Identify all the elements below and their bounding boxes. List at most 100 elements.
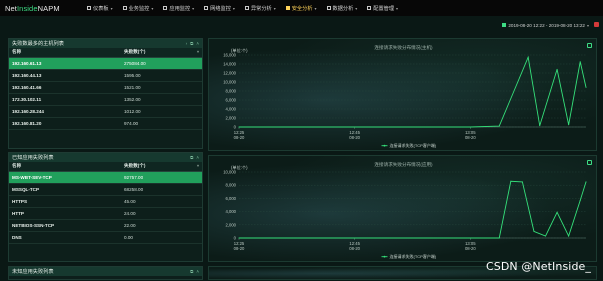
legend-marker	[383, 144, 386, 147]
expand-icon[interactable]: ›	[186, 41, 188, 46]
row-name: MSSQL-TCP	[9, 183, 121, 196]
legend-label: 连接请求失败(TCP客户端)	[390, 142, 437, 148]
nav-item-2[interactable]: 应用监控 ▾	[158, 0, 199, 16]
table-row[interactable]: 192.160.81.20 974.00	[9, 117, 202, 130]
panel-tools: ⧉ ˄	[190, 269, 199, 274]
data-point	[585, 86, 587, 88]
nav-icon	[163, 6, 168, 10]
host-failure-chart[interactable]: 连接请求失败分布情况(主机)(单位:个)16,00014,00012,00010…	[209, 39, 597, 151]
nav-icon	[87, 6, 91, 10]
table-row[interactable]: 192.160.28.244 1012.00	[9, 105, 202, 118]
y-tick-label: 2,000	[226, 222, 237, 227]
x-tick-date: 08-20	[234, 135, 245, 140]
column-header-name[interactable]: 名称	[9, 162, 121, 172]
data-point	[568, 235, 570, 237]
nav-item-5[interactable]: 安全分析 ▾	[281, 0, 322, 16]
table-row[interactable]: HTTP 24.00	[9, 207, 202, 220]
hosts-table-body: 192.160.61.13 275084.00 192.160.44.13 1595.…	[9, 57, 202, 130]
table-row[interactable]: MSSQL-TCP 68258.00	[9, 183, 202, 196]
popout-icon[interactable]: ⧉	[190, 269, 193, 274]
nav-item-1[interactable]: 业务监控 ▾	[118, 0, 159, 16]
table-row[interactable]: 192.160.61.13 275084.00	[9, 57, 202, 70]
hosts-table: 名称 失败数(个) ▾ 192.160.61.13 275084.00 192.160…	[9, 48, 202, 130]
chevron-down-icon: ▾	[586, 22, 589, 28]
x-tick-date: 08-20	[465, 246, 476, 251]
nav-label: 配置管理	[373, 5, 395, 12]
y-tick-label: 10,000	[223, 80, 236, 85]
data-point	[556, 68, 558, 70]
data-point	[521, 181, 523, 183]
y-tick-label: 2,000	[226, 116, 237, 121]
chevron-down-icon: ▾	[355, 5, 358, 11]
date-range-text: 2019-08-20 12:22 - 2019-08-20 13:22	[508, 22, 585, 28]
data-point	[354, 237, 356, 239]
series-line	[239, 55, 587, 128]
top-navigation-bar: Net Inside NAPM 仪表板 ▾ 业务监控 ▾ 应用监控 ▾ 网络监控 ▾ 异常分析 ▾ 安…	[0, 0, 603, 16]
collapse-icon[interactable]: ˄	[196, 155, 199, 160]
logo-text-inside: Inside	[16, 3, 38, 13]
app-failure-chart[interactable]: 连接请求失败分布情况(应用)(单位:个)10,0008,0006,0004,00…	[209, 156, 597, 262]
nav-icon	[122, 6, 127, 10]
nav-label: 异常分析	[250, 5, 272, 12]
app-logo[interactable]: Net Inside NAPM	[0, 0, 82, 16]
table-row[interactable]: HTTPS 45.00	[9, 195, 202, 208]
row-value: 24.00	[121, 207, 202, 220]
download-icon[interactable]	[587, 43, 592, 48]
collapse-icon[interactable]: ˄	[196, 41, 199, 46]
chevron-down-icon: ▾	[273, 5, 276, 11]
row-value: 1595.00	[121, 69, 202, 82]
nav-item-6[interactable]: 数据分析 ▾	[322, 0, 363, 16]
table-row[interactable]: 192.160.44.13 1595.00	[9, 69, 202, 82]
y-tick-label: 12,000	[223, 71, 236, 76]
table-row[interactable]: MS-WBT-SEV-TCP 92757.00	[9, 171, 202, 184]
y-tick-label: 6,000	[226, 196, 237, 201]
data-point	[354, 126, 356, 128]
row-value: 1352.00	[121, 93, 202, 106]
x-tick-date: 08-20	[349, 135, 360, 140]
main-nav: 仪表板 ▾ 业务监控 ▾ 应用监控 ▾ 网络监控 ▾ 异常分析 ▾ 安全分析 ▾ 数据分析 ▾ 配置管理 ▾	[82, 0, 403, 16]
app-failure-chart-panel: 连接请求失败分布情况(应用) (单位:个) 10,000 8,000 6,000 4,00…	[208, 155, 597, 262]
popout-icon[interactable]: ⧉	[190, 41, 193, 46]
table-row[interactable]: 172.30.102.11 1352.00	[9, 93, 202, 106]
y-tick-label: 0	[234, 125, 237, 130]
apps-panel-title: 已知应用失败列表	[12, 155, 54, 161]
data-point	[412, 126, 413, 128]
nav-icon	[367, 6, 372, 10]
row-value: 22.00	[121, 219, 202, 232]
nav-item-0[interactable]: 仪表板 ▾	[82, 0, 118, 16]
nav-item-7[interactable]: 配置管理 ▾	[362, 0, 403, 16]
data-point	[556, 211, 558, 213]
row-value: 0.00	[121, 231, 202, 244]
host-failure-chart-panel: 连接请求失败分布情况(主机) (单位:个) 16,000 14,000 12,000 10…	[208, 38, 597, 151]
nav-label: 数据分析	[332, 5, 354, 12]
column-header-value[interactable]: 失败数(个) ▾	[121, 48, 202, 58]
table-row[interactable]: 192.160.41.66 1521.00	[9, 81, 202, 94]
unknown-panel-header: 未知应用失败列表 ⧉ ˄	[9, 267, 202, 276]
chevron-down-icon: ▾	[151, 5, 154, 11]
download-icon[interactable]	[587, 160, 592, 165]
popout-icon[interactable]: ⧉	[190, 155, 193, 160]
row-value: 974.00	[121, 117, 202, 130]
column-header-name[interactable]: 名称	[9, 48, 121, 58]
nav-label: 应用监控	[169, 5, 191, 12]
nav-item-3[interactable]: 网络监控 ▾	[199, 0, 240, 16]
apps-panel-header: 已知应用失败列表 ⧉ ˄	[9, 153, 202, 162]
table-row[interactable]: DNS 0.00	[9, 231, 202, 244]
date-range-picker[interactable]: 2019-08-20 12:22 - 2019-08-20 13:22 ▾	[502, 21, 589, 29]
row-name: 192.160.44.13	[9, 69, 121, 82]
row-value: 92757.00	[121, 171, 202, 184]
data-point	[498, 237, 500, 239]
alert-icon[interactable]	[594, 22, 599, 27]
y-tick-label: 8,000	[226, 89, 237, 94]
data-point	[533, 230, 535, 232]
table-row[interactable]: NETBIOS-SSN-TCP 22.00	[9, 219, 202, 232]
collapse-icon[interactable]: ˄	[196, 269, 199, 274]
column-header-value-label: 失败数(个)	[124, 163, 146, 169]
column-header-value[interactable]: 失败数(个) ▾	[121, 162, 202, 172]
y-tick-label: 4,000	[226, 209, 237, 214]
hosts-panel-title: 失败数最多的主机列表	[12, 41, 64, 47]
row-name: HTTP	[9, 207, 121, 220]
nav-item-4[interactable]: 异常分析 ▾	[240, 0, 281, 16]
calendar-icon	[502, 23, 507, 27]
chevron-down-icon: ▾	[110, 5, 113, 11]
